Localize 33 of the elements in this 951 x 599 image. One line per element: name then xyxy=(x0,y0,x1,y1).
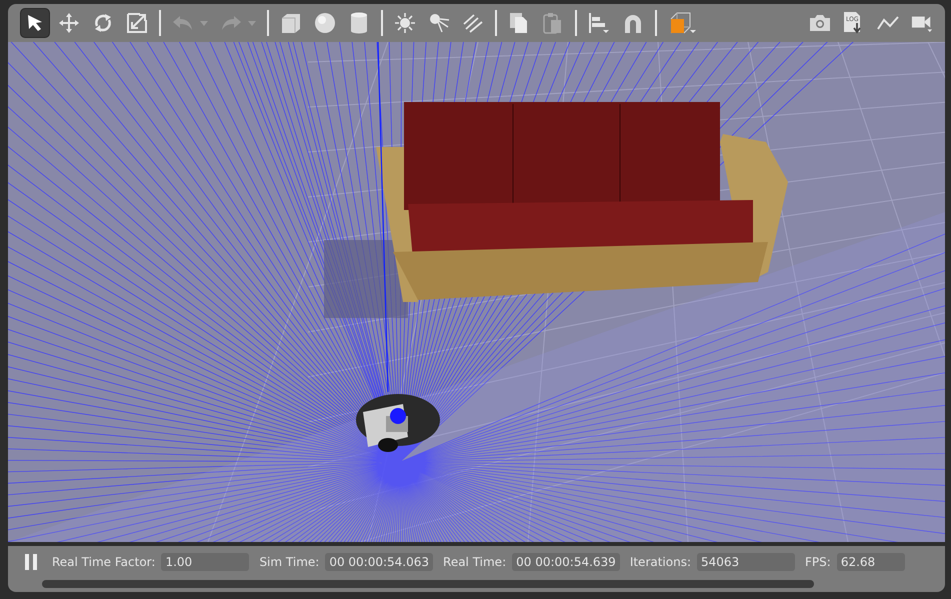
parallel-lines-icon xyxy=(462,12,484,34)
status-label: Iterations: xyxy=(630,555,692,569)
cube-icon xyxy=(280,12,302,34)
scale-icon xyxy=(126,12,148,34)
status-label: Real Time: xyxy=(443,555,506,569)
spotlight-icon xyxy=(428,12,450,34)
sun-icon xyxy=(394,12,416,34)
caret-icon xyxy=(200,20,208,26)
caret-icon xyxy=(248,20,256,26)
pause-icon xyxy=(24,553,38,571)
magnet-icon xyxy=(622,12,644,34)
rotate-icon xyxy=(92,12,114,34)
sphere-icon xyxy=(314,12,336,34)
view-cube-icon xyxy=(669,12,697,34)
line-chart-icon xyxy=(877,15,899,31)
camera-icon xyxy=(809,14,831,32)
redo-icon xyxy=(220,14,242,32)
tool-button[interactable] xyxy=(20,8,50,38)
cylinder-icon xyxy=(350,12,368,34)
copy-icon xyxy=(509,12,529,34)
status-label: FPS: xyxy=(805,555,831,569)
status-value: 62.68 xyxy=(836,553,905,571)
status-value: 00 00:00:54.639 xyxy=(512,553,620,571)
status-label: Real Time Factor: xyxy=(52,555,156,569)
clipboard-icon xyxy=(543,12,563,34)
move-arrows-icon xyxy=(58,12,80,34)
undo-icon xyxy=(172,14,194,32)
status-value: 1.00 xyxy=(161,553,250,571)
horizontal-scrollbar[interactable] xyxy=(42,580,814,588)
align-left-icon xyxy=(588,12,610,34)
status-value: 00 00:00:54.063 xyxy=(325,553,434,571)
status-label: Sim Time: xyxy=(259,555,320,569)
status-value: 54063 xyxy=(697,553,796,571)
